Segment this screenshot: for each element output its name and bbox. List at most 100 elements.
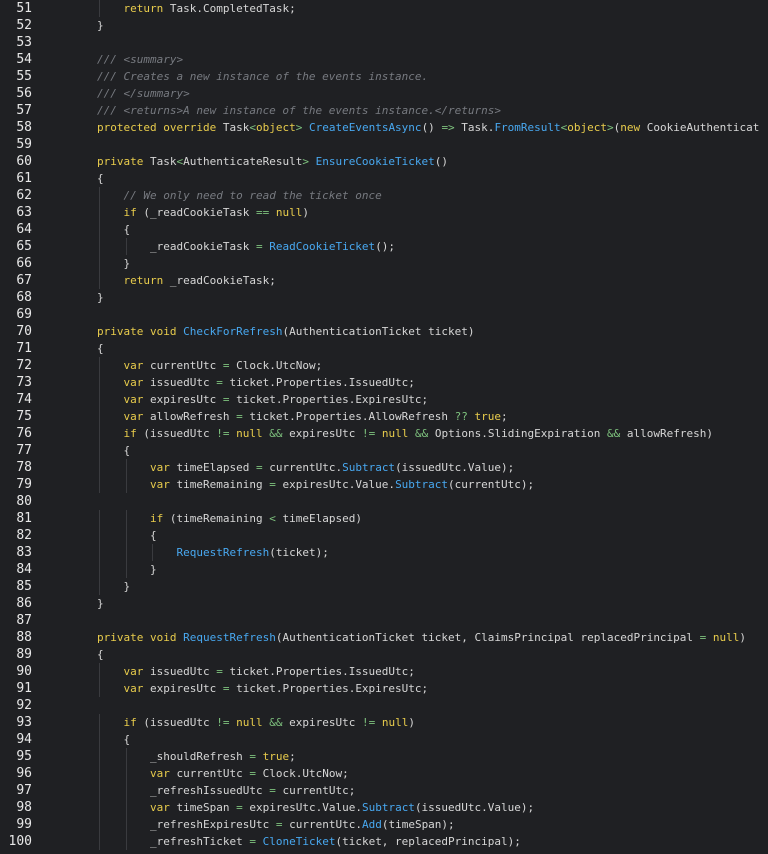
code-line[interactable]: if (issuedUtc != null && expiresUtc != n… <box>44 714 768 731</box>
code-line[interactable]: return Task.CompletedTask; <box>44 0 768 17</box>
code-line[interactable] <box>44 493 768 510</box>
indent-guide <box>99 561 100 578</box>
line-number: 61 <box>16 171 32 186</box>
line-number: 62 <box>16 188 32 203</box>
code-line[interactable] <box>44 34 768 51</box>
indent-guide <box>125 459 127 476</box>
code-token: ?? <box>454 410 468 423</box>
code-token: true <box>474 410 502 423</box>
code-token: (AuthenticationTicket ticket, ClaimsPrin… <box>275 631 700 644</box>
code-line[interactable]: var currentUtc = Clock.UtcNow; <box>44 765 768 782</box>
code-line[interactable]: _shouldRefresh = true; <box>44 748 768 765</box>
code-line[interactable]: _refreshExpiresUtc = currentUtc.Add(time… <box>44 816 768 833</box>
code-line[interactable] <box>44 136 768 153</box>
code-line[interactable]: var issuedUtc = ticket.Properties.Issued… <box>44 374 768 391</box>
code-line[interactable]: var expiresUtc = ticket.Properties.Expir… <box>44 391 768 408</box>
code-content: var timeSpan = expiresUtc.Value.Subtract… <box>150 799 534 816</box>
code-line[interactable]: var currentUtc = Clock.UtcNow; <box>44 357 768 374</box>
indent-guide <box>125 510 127 527</box>
code-line[interactable]: { <box>44 527 768 544</box>
code-token: null <box>236 427 263 440</box>
code-content: { <box>124 731 131 748</box>
code-editor[interactable]: 51 52 53 54 55 56 57 58 59 60 61 62 63 64 65 66 67 68 69 70… <box>0 0 768 854</box>
code-line[interactable]: { <box>44 340 768 357</box>
code-line[interactable] <box>44 697 768 714</box>
code-token: = <box>236 801 243 814</box>
line-number: 58 <box>16 120 32 135</box>
code-line[interactable]: _refreshTicket = CloneTicket(ticket, rep… <box>44 833 768 850</box>
code-content: var currentUtc = Clock.UtcNow; <box>124 357 323 374</box>
code-line[interactable] <box>44 306 768 323</box>
code-line[interactable]: if (timeRemaining < timeElapsed) <box>44 510 768 527</box>
code-line[interactable]: /// <summary> <box>44 51 768 68</box>
code-line[interactable]: /// Creates a new instance of the events… <box>44 68 768 85</box>
code-token: _refreshTicket <box>150 835 250 848</box>
code-line[interactable]: } <box>44 255 768 272</box>
code-line[interactable]: private void CheckForRefresh(Authenticat… <box>44 323 768 340</box>
code-token: protected override <box>97 121 217 134</box>
code-content: } <box>97 289 104 306</box>
code-line[interactable]: { <box>44 170 768 187</box>
code-text-area[interactable]: return Task.CompletedTask;} /// <summary>… <box>44 0 768 854</box>
code-line[interactable]: var issuedUtc = ticket.Properties.Issued… <box>44 663 768 680</box>
code-line[interactable]: private Task<AuthenticateResult> EnsureC… <box>44 153 768 170</box>
code-token: if <box>150 512 164 525</box>
code-token: Options.SlidingExpiration <box>428 427 608 440</box>
code-line[interactable]: } <box>44 289 768 306</box>
code-token: (issuedUtc <box>136 716 217 729</box>
code-token: Add <box>361 818 382 831</box>
code-line[interactable]: private void RequestRefresh(Authenticati… <box>44 629 768 646</box>
line-number: 97 <box>16 783 32 798</box>
code-line[interactable]: /// </summary> <box>44 85 768 102</box>
code-line[interactable]: } <box>44 595 768 612</box>
code-token: = <box>236 410 243 423</box>
line-number-row: 97 <box>0 782 44 799</box>
code-line[interactable]: if (issuedUtc != null && expiresUtc != n… <box>44 425 768 442</box>
code-token: () <box>434 155 449 168</box>
code-line[interactable]: } <box>44 17 768 34</box>
code-line[interactable]: { <box>44 646 768 663</box>
code-token: (_readCookieTask <box>136 206 256 219</box>
code-line[interactable]: /// <returns>A new instance of the event… <box>44 102 768 119</box>
code-line[interactable]: } <box>44 578 768 595</box>
code-line[interactable]: protected override Task<object> CreateEv… <box>44 119 768 136</box>
indent-guide <box>99 544 100 561</box>
code-content: var issuedUtc = ticket.Properties.Issued… <box>124 663 415 680</box>
line-number-row: 89 <box>0 646 44 663</box>
code-line[interactable]: _refreshIssuedUtc = currentUtc; <box>44 782 768 799</box>
code-token: return <box>123 274 164 287</box>
code-line[interactable]: var timeSpan = expiresUtc.Value.Subtract… <box>44 799 768 816</box>
line-number-row: 78 <box>0 459 44 476</box>
code-line[interactable]: if (_readCookieTask == null) <box>44 204 768 221</box>
code-line[interactable] <box>44 612 768 629</box>
line-number-row: 94 <box>0 731 44 748</box>
code-content: { <box>124 221 131 238</box>
line-number-row: 100 <box>0 833 44 850</box>
line-number-gutter: 51 52 53 54 55 56 57 58 59 60 61 62 63 64 65 66 67 68 69 70… <box>0 0 44 854</box>
code-line[interactable]: var expiresUtc = ticket.Properties.Expir… <box>44 680 768 697</box>
code-token: != <box>216 427 230 440</box>
code-token: () <box>421 121 442 134</box>
code-line[interactable]: { <box>44 221 768 238</box>
code-line[interactable]: // We only need to read the ticket once <box>44 187 768 204</box>
code-line[interactable]: _readCookieTask = ReadCookieTicket(); <box>44 238 768 255</box>
code-token: AuthenticateResult <box>183 155 303 168</box>
code-content: var timeRemaining = expiresUtc.Value.Sub… <box>150 476 534 493</box>
code-token: ticket.Properties.ExpiresUtc; <box>229 682 429 695</box>
code-line[interactable]: var allowRefresh = ticket.Properties.All… <box>44 408 768 425</box>
code-line[interactable]: { <box>44 442 768 459</box>
code-token: private void <box>97 631 177 644</box>
line-number-row: 56 <box>0 85 44 102</box>
line-number: 74 <box>16 392 32 407</box>
code-token: if <box>123 716 137 729</box>
code-token: issuedUtc <box>143 376 217 389</box>
code-line[interactable]: { <box>44 731 768 748</box>
code-line[interactable]: return _readCookieTask; <box>44 272 768 289</box>
code-line[interactable]: RequestRefresh(ticket); <box>44 544 768 561</box>
code-line[interactable]: var timeElapsed = currentUtc.Subtract(is… <box>44 459 768 476</box>
code-line[interactable]: var timeRemaining = expiresUtc.Value.Sub… <box>44 476 768 493</box>
code-line[interactable]: } <box>44 561 768 578</box>
code-token: null <box>381 716 409 729</box>
line-number: 90 <box>16 664 32 679</box>
